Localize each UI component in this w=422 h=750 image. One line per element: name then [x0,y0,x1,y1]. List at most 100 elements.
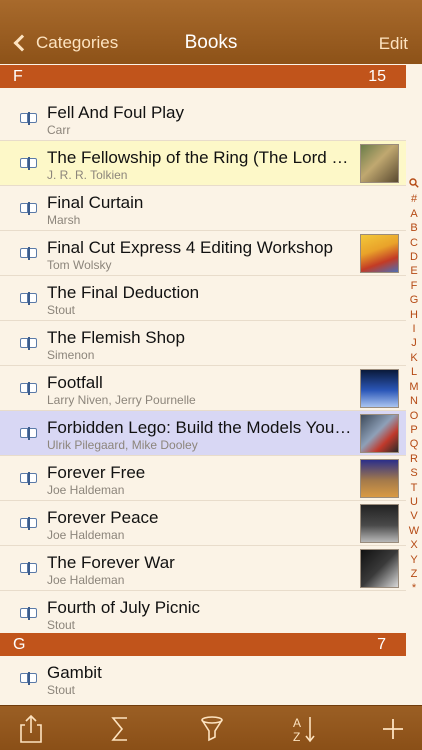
index-letter[interactable]: Z [411,567,418,581]
section-letter: F [13,67,23,85]
index-letter[interactable]: X [410,538,417,552]
book-author: Larry Niven, Jerry Pournelle [47,393,196,407]
page-title: Books [184,32,238,53]
book-title: Fourth of July Picnic [47,598,201,617]
list-item[interactable]: The Final Deduction Stout [0,276,406,321]
book-icon [20,247,38,260]
book-title: Forbidden Lego: Build the Models Your Pa… [47,418,355,437]
book-icon [20,427,38,440]
index-letter[interactable]: L [411,365,417,379]
list-item[interactable]: The Forever War Joe Haldeman [0,546,406,591]
list-item[interactable]: Forever Free Joe Haldeman [0,456,406,501]
index-letter[interactable]: B [410,221,417,235]
book-icon [20,112,38,125]
book-cover-thumbnail [360,234,399,273]
book-title: The Final Deduction [47,283,200,302]
index-letter[interactable]: V [410,509,417,523]
book-title: The Fellowship of the Ring (The Lord of … [47,148,355,167]
book-title: The Forever War [47,553,175,572]
list-item[interactable]: Fourth of July Picnic Stout [0,591,406,632]
section-index-bar[interactable]: # A B C D E F G H I J K L M N O P Q R S … [406,178,422,596]
index-letter[interactable]: Y [410,553,417,567]
book-author: J. R. R. Tolkien [47,168,128,182]
book-title: Fell And Foul Play [47,103,185,122]
index-letter[interactable]: E [410,264,417,278]
book-icon [20,607,38,620]
filter-icon[interactable] [197,714,227,744]
book-title: Footfall [47,373,103,392]
book-title: Forever Free [47,463,146,482]
sort-az-icon[interactable]: AZ [290,714,320,744]
list-item[interactable]: Forever Peace Joe Haldeman [0,501,406,546]
section-count: 15 [368,67,386,85]
book-author: Marsh [47,213,81,227]
book-author: Ulrik Pilegaard, Mike Dooley [47,438,198,452]
index-letter[interactable]: U [410,495,418,509]
book-author: Joe Haldeman [47,573,125,587]
index-letter[interactable]: * [412,581,416,595]
search-icon[interactable] [409,178,419,192]
list-item[interactable]: Final Curtain Marsh [0,186,406,231]
index-letter[interactable]: G [410,293,419,307]
book-icon [20,157,38,170]
index-letter[interactable]: T [411,481,418,495]
book-icon [20,292,38,305]
edit-button[interactable]: Edit [379,34,408,54]
index-letter[interactable]: S [410,466,417,480]
index-letter[interactable]: # [411,192,417,206]
index-letter[interactable]: F [411,279,418,293]
index-letter[interactable]: D [410,250,418,264]
list-item[interactable]: Final Cut Express 4 Editing Workshop Tom… [0,231,406,276]
book-title: Final Cut Express 4 Editing Workshop [47,238,333,257]
book-cover-thumbnail [360,369,399,408]
book-title: The Flemish Shop [47,328,185,347]
book-icon [20,202,38,215]
list-item[interactable]: Forbidden Lego: Build the Models Your Pa… [0,411,406,456]
list-item[interactable]: Fell And Foul Play Carr [0,96,406,141]
book-icon [20,672,38,685]
book-author: Simenon [47,348,95,362]
book-icon [20,562,38,575]
section-header-g: G 7 [0,633,406,656]
index-letter[interactable]: A [410,207,417,221]
navigation-bar: Categories Books Edit [0,0,422,64]
bottom-toolbar: AZ [0,705,422,750]
book-author: Stout [47,303,76,317]
book-icon [20,337,38,350]
index-letter[interactable]: I [412,322,415,336]
index-letter[interactable]: H [410,308,418,322]
list-item[interactable]: Footfall Larry Niven, Jerry Pournelle [0,366,406,411]
list-item[interactable]: The Fellowship of the Ring (The Lord of … [0,141,406,186]
index-letter[interactable]: C [410,236,418,250]
book-icon [20,517,38,530]
share-icon[interactable] [16,714,46,744]
index-letter[interactable]: J [411,336,417,350]
book-cover-thumbnail [360,504,399,543]
section-letter: G [13,635,26,653]
svg-text:A: A [293,716,301,730]
index-letter[interactable]: K [410,351,417,365]
book-cover-thumbnail [360,459,399,498]
list-item[interactable]: Gambit Stout [0,656,406,701]
section-header-f: F 15 [0,65,406,88]
index-letter[interactable]: N [410,394,418,408]
book-author: Joe Haldeman [47,528,125,542]
book-icon [20,382,38,395]
book-title: Final Curtain [47,193,144,212]
index-letter[interactable]: Q [410,437,419,451]
book-cover-thumbnail [360,144,399,183]
list-item[interactable]: The Flemish Shop Simenon [0,321,406,366]
book-title: Gambit [47,663,102,682]
book-author: Stout [47,683,76,697]
index-letter[interactable]: R [410,452,418,466]
book-author: Carr [47,123,71,137]
index-letter[interactable]: P [410,423,417,437]
sum-icon[interactable] [105,714,135,744]
book-cover-thumbnail [360,414,399,453]
index-letter[interactable]: W [409,524,419,538]
book-author: Tom Wolsky [47,258,112,272]
index-letter[interactable]: O [410,409,419,423]
add-icon[interactable] [378,714,408,744]
book-icon [20,472,38,485]
index-letter[interactable]: M [409,380,418,394]
